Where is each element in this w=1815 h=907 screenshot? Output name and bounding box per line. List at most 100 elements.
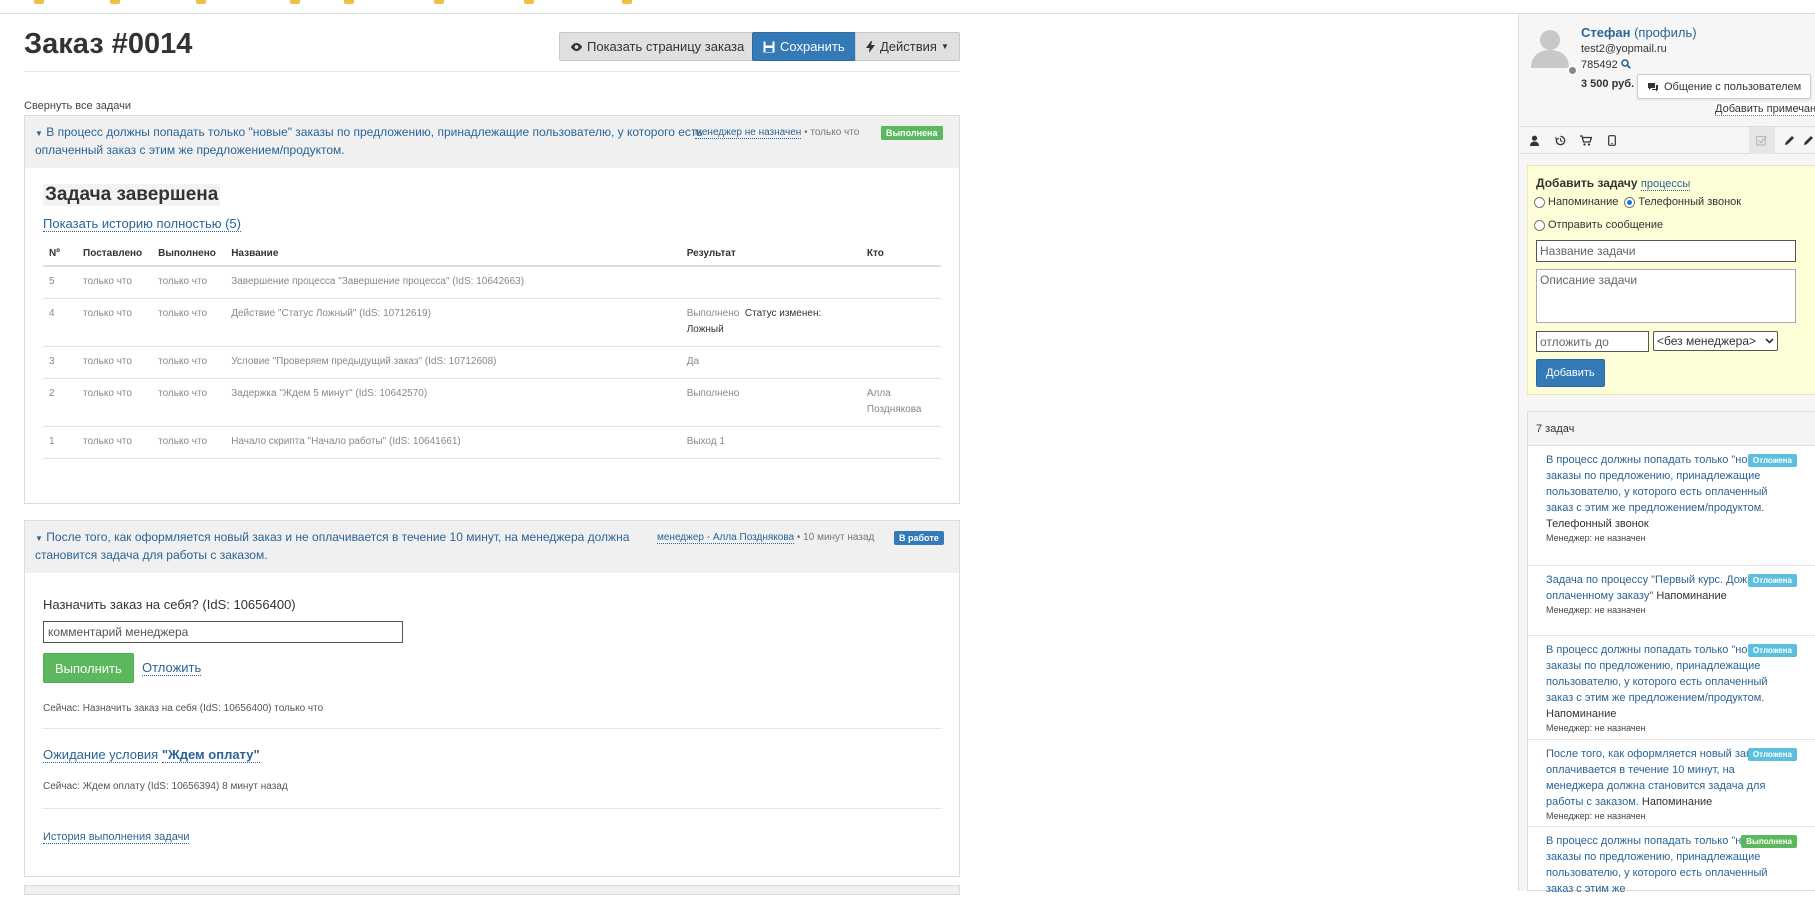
tab-notes[interactable] bbox=[1776, 127, 1802, 154]
add-task-form: Добавить задачу процессы Напоминание Тел… bbox=[1527, 165, 1815, 395]
actions-label: Действия bbox=[880, 39, 937, 54]
add-note-link[interactable]: Добавить примечание bbox=[1715, 103, 1815, 116]
task-name-input[interactable] bbox=[1536, 240, 1796, 262]
task-title[interactable]: ▼ После того, как оформляется новый зака… bbox=[35, 529, 655, 564]
task-item-title: В процесс должны попадать только "новые"… bbox=[1546, 835, 1772, 895]
cell-number: 3 bbox=[43, 346, 78, 379]
user-balance: 3 500 руб. bbox=[1581, 78, 1635, 90]
defer-until-input[interactable] bbox=[1536, 331, 1649, 352]
profile-link[interactable]: (профиль) bbox=[1634, 25, 1696, 40]
tab-user[interactable] bbox=[1521, 127, 1547, 154]
divider bbox=[24, 71, 960, 72]
manager-select[interactable]: <без менеджера> bbox=[1653, 331, 1778, 351]
execution-history-link[interactable]: История выполнения задачи bbox=[43, 831, 190, 844]
radio-send-message[interactable] bbox=[1534, 219, 1545, 231]
cell-who bbox=[860, 266, 941, 299]
bookmark-icon bbox=[344, 0, 354, 4]
task-list: 7 задач В процесс должны попадать только… bbox=[1527, 411, 1815, 895]
save-button[interactable]: Сохранить bbox=[752, 32, 856, 61]
cell-result: Да bbox=[680, 346, 861, 379]
cell-set: только что bbox=[77, 298, 153, 347]
radio-reminder-label: Напоминание bbox=[1548, 196, 1619, 208]
tab-devices[interactable] bbox=[1599, 127, 1625, 154]
processes-link[interactable]: процессы bbox=[1640, 178, 1691, 191]
postpone-link[interactable]: Отложить bbox=[142, 660, 202, 676]
status-badge: Отложена bbox=[1747, 574, 1797, 587]
cell-set: только что bbox=[77, 426, 153, 459]
list-item[interactable]: Задача по процессу "Первый курс. Дожим п… bbox=[1528, 566, 1815, 636]
cell-number: 5 bbox=[43, 266, 78, 299]
chat-with-user-button[interactable]: Общение с пользователем bbox=[1637, 74, 1812, 99]
manager-comment-input[interactable] bbox=[43, 621, 403, 643]
show-order-page-label: Показать страницу заказа bbox=[587, 39, 745, 54]
cell-set: только что bbox=[77, 266, 153, 299]
user-id: 785492 bbox=[1581, 59, 1631, 71]
pencil-icon bbox=[1804, 136, 1813, 145]
radio-reminder[interactable] bbox=[1534, 196, 1545, 208]
tab-history[interactable] bbox=[1547, 127, 1573, 154]
task-item-manager: Менеджер: не назначен bbox=[1546, 605, 1646, 615]
cell-done: только что bbox=[152, 378, 226, 427]
table-row: 5 только что только что Завершение проце… bbox=[43, 266, 941, 299]
add-task-heading: Добавить задачу bbox=[1536, 176, 1638, 190]
cell-result: Выполнено bbox=[680, 378, 861, 427]
browser-bookmarks-strip bbox=[0, 0, 1815, 14]
phone-icon bbox=[1608, 135, 1616, 146]
execute-button[interactable]: Выполнить bbox=[43, 653, 134, 683]
list-item[interactable]: В процесс должны попадать только "новые"… bbox=[1528, 827, 1815, 907]
manager-select-value: <без менеджера> bbox=[1657, 334, 1757, 348]
task-panel-header[interactable]: ▼ В процесс должны попадать только "новы… bbox=[25, 116, 959, 168]
show-order-page-button[interactable]: Показать страницу заказа bbox=[559, 32, 756, 61]
cell-done: только что bbox=[152, 266, 226, 299]
tab-orders[interactable] bbox=[1573, 127, 1599, 154]
tab-tasks[interactable] bbox=[1749, 127, 1775, 154]
table-row: 2 только что только что Задержка "Ждем 5… bbox=[43, 378, 941, 427]
task-description-input[interactable] bbox=[1536, 269, 1796, 323]
user-sidebar: Стефан (профиль) test2@yopmail.ru 785492… bbox=[1518, 14, 1815, 895]
task-item-type: Напоминание bbox=[1546, 708, 1617, 720]
collapse-all-tasks-link[interactable]: Свернуть все задачи bbox=[24, 100, 131, 112]
task-item-type: Напоминание bbox=[1641, 796, 1713, 808]
user-name-link[interactable]: Стефан bbox=[1581, 25, 1630, 40]
search-icon[interactable] bbox=[1620, 59, 1631, 69]
tab-more[interactable] bbox=[1801, 127, 1815, 154]
radio-phone-call[interactable] bbox=[1624, 196, 1636, 208]
list-item[interactable]: В процесс должны попадать только "новые"… bbox=[1528, 446, 1815, 566]
user-id-value: 785492 bbox=[1581, 59, 1618, 71]
show-full-history-link[interactable]: Показать историю полностью (5) bbox=[43, 216, 241, 232]
cell-who: Алла Позднякова bbox=[860, 378, 941, 427]
waiting-condition-prefix: Ожидание условия bbox=[43, 747, 159, 763]
bookmark-icon bbox=[622, 0, 632, 4]
online-status-indicator bbox=[1567, 65, 1578, 76]
assign-order-question: Назначить заказ на себя? (IdS: 10656400) bbox=[43, 597, 296, 612]
cell-who bbox=[860, 426, 941, 459]
cell-number: 1 bbox=[43, 426, 78, 459]
actions-dropdown-button[interactable]: Действия ▼ bbox=[855, 32, 960, 61]
list-item[interactable]: После того, как оформляется новый заказ … bbox=[1528, 740, 1815, 827]
list-item[interactable]: В процесс должны попадать только "новые"… bbox=[1528, 636, 1815, 740]
task-manager-link[interactable]: менеджер не назначен bbox=[695, 127, 802, 139]
cell-set: только что bbox=[77, 346, 153, 379]
task-panel-header[interactable]: ▼ После того, как оформляется новый зака… bbox=[25, 521, 959, 573]
add-task-button[interactable]: Добавить bbox=[1536, 359, 1605, 387]
task-panel-in-progress: ▼ После того, как оформляется новый зака… bbox=[24, 520, 960, 877]
cell-name: Действие "Статус Ложный" (IdS: 10712619) bbox=[225, 298, 681, 347]
status-badge: В работе bbox=[894, 531, 944, 545]
task-title-text: После того, как оформляется новый заказ … bbox=[35, 530, 630, 562]
pencil-icon bbox=[1784, 136, 1794, 145]
task-title[interactable]: ▼ В процесс должны попадать только "новы… bbox=[35, 124, 717, 159]
waiting-note: Сейчас: Ждем оплату (IdS: 10656394) 8 ми… bbox=[43, 781, 288, 792]
status-badge: Выполнена bbox=[881, 126, 943, 140]
status-badge: Отложена bbox=[1747, 454, 1797, 467]
user-name[interactable]: Стефан (профиль) bbox=[1581, 25, 1697, 40]
cell-number: 2 bbox=[43, 378, 78, 427]
floppy-icon bbox=[763, 41, 775, 52]
main-content: Заказ #0014 Показать страницу заказа Сох… bbox=[24, 14, 960, 895]
task-manager-link[interactable]: менеджер - Алла Позднякова bbox=[657, 532, 795, 544]
waiting-condition[interactable]: Ожидание условия "Ждем оплату" bbox=[43, 747, 260, 763]
radio-send-message-label: Отправить сообщение bbox=[1548, 219, 1664, 231]
caret-down-icon: ▼ bbox=[940, 42, 949, 51]
col-result: Результат bbox=[680, 242, 861, 267]
caret-down-icon: ▼ bbox=[35, 534, 43, 543]
eye-icon bbox=[570, 42, 583, 51]
